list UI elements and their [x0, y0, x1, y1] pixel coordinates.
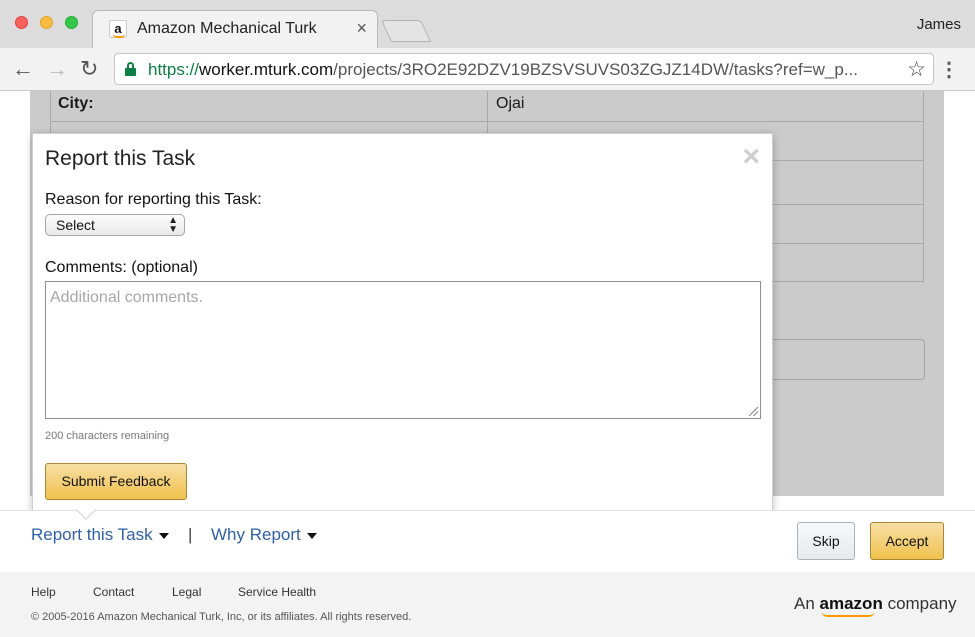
tab-strip: a Amazon Mechanical Turk × James	[0, 0, 975, 48]
footer-link-help[interactable]: Help	[31, 585, 56, 599]
profile-name[interactable]: James	[917, 16, 961, 33]
tab-title: Amazon Mechanical Turk	[137, 20, 317, 37]
row-label: City:	[58, 95, 94, 112]
caret-down-icon	[306, 532, 317, 539]
star-icon[interactable]: ☆	[907, 57, 926, 82]
browser-chrome: a Amazon Mechanical Turk × James ← → ↻ h…	[0, 0, 975, 91]
browser-toolbar: ← → ↻ https://worker.mturk.com/projects/…	[0, 48, 975, 90]
footer-link-legal[interactable]: Legal	[172, 585, 201, 599]
footer-link-service-health[interactable]: Service Health	[238, 585, 316, 599]
amazon-company-logo: An amazon company	[794, 594, 957, 617]
reload-icon[interactable]: ↻	[80, 56, 98, 82]
chars-remaining: 200 characters remaining	[45, 430, 170, 442]
tab-close-icon[interactable]: ×	[356, 18, 367, 39]
browser-tab-active[interactable]: a Amazon Mechanical Turk ×	[92, 10, 378, 48]
close-icon[interactable]: ×	[742, 140, 760, 174]
amazon-favicon-icon: a	[109, 20, 127, 38]
copyright-text: © 2005-2016 Amazon Mechanical Turk, Inc,…	[31, 611, 412, 623]
dialog-title: Report this Task	[45, 147, 196, 170]
comments-placeholder: Additional comments.	[50, 289, 203, 306]
report-task-link[interactable]: Report this Task	[31, 525, 169, 545]
url-text: https://worker.mturk.com/projects/3RO2E9…	[148, 60, 859, 79]
more-vert-icon[interactable]: ⋮	[939, 57, 959, 82]
maximize-window-button[interactable]	[65, 16, 78, 29]
report-task-dialog: Report this Task × Reason for reporting …	[32, 133, 773, 512]
close-window-button[interactable]	[15, 16, 28, 29]
why-report-link[interactable]: Why Report	[211, 525, 317, 545]
back-arrow-icon[interactable]: ←	[12, 56, 34, 82]
page-content: City: Ojai Report this Task × Reason for…	[0, 91, 975, 637]
new-tab-button[interactable]	[380, 20, 432, 42]
address-bar[interactable]: https://worker.mturk.com/projects/3RO2E9…	[114, 53, 934, 85]
updown-arrows-icon: ▲ ▼	[168, 215, 178, 235]
reason-selected-value: Select	[56, 217, 95, 233]
accept-button[interactable]: Accept	[870, 522, 944, 560]
minimize-window-button[interactable]	[40, 16, 53, 29]
lock-icon	[125, 62, 136, 76]
skip-button[interactable]: Skip	[797, 522, 855, 560]
row-value: Ojai	[496, 95, 525, 112]
task-action-bar: Report this Task | Why Report Skip Accep…	[0, 510, 975, 572]
table-row: City: Ojai	[51, 91, 923, 122]
comments-textarea[interactable]: Additional comments.	[45, 281, 761, 419]
footer-link-contact[interactable]: Contact	[93, 585, 134, 599]
comments-label: Comments: (optional)	[45, 259, 198, 276]
caret-down-icon	[158, 532, 169, 539]
resize-grip-icon[interactable]	[749, 407, 758, 416]
page-footer: Help Contact Legal Service Health © 2005…	[0, 572, 975, 637]
forward-arrow-icon[interactable]: →	[46, 56, 68, 82]
link-separator: |	[188, 525, 193, 544]
reason-label: Reason for reporting this Task:	[45, 191, 262, 208]
reason-select[interactable]: Select ▲ ▼	[45, 214, 185, 236]
submit-feedback-button[interactable]: Submit Feedback	[45, 463, 187, 500]
